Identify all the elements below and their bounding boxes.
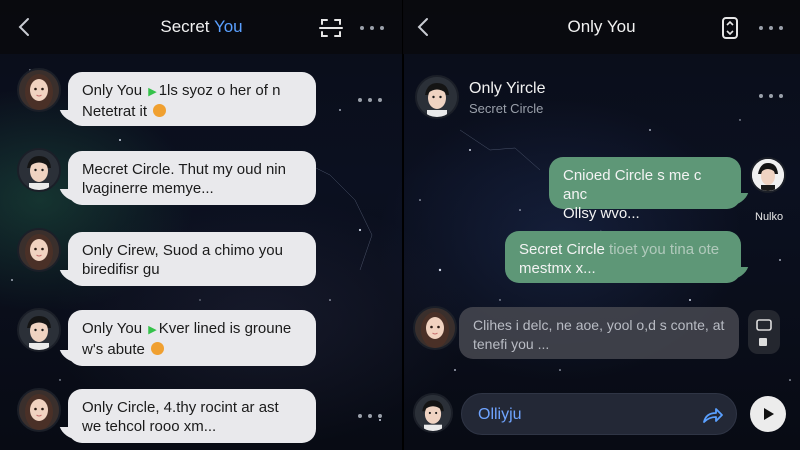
title-accent: You xyxy=(213,17,243,36)
boy-avatar-icon xyxy=(19,310,59,350)
boy-avatar-icon xyxy=(417,77,457,117)
message-input[interactable]: Olliyju xyxy=(461,393,737,435)
avatar[interactable] xyxy=(17,148,61,192)
message-text: Kver lined is groune xyxy=(158,320,292,337)
quick-action-button[interactable] xyxy=(748,310,780,354)
right-chat-panel: Only You Only Yircle Secret Circle Cnioe… xyxy=(403,0,800,450)
emoji-icon xyxy=(151,342,165,355)
message-bubble[interactable]: Only You ▶ 1ls syoz o her of n Netetrat i… xyxy=(68,72,316,126)
chat-edit-icon xyxy=(756,319,772,346)
left-top-bar: Secret You xyxy=(0,0,403,54)
message-text: Cnioed Circle s me c anc xyxy=(563,167,702,203)
girl-avatar-icon xyxy=(19,230,59,270)
message-bubble[interactable]: Only You ▶ Kver lined is groune w's abute xyxy=(68,310,316,366)
avatar[interactable] xyxy=(17,228,61,272)
more-options-button[interactable] xyxy=(360,22,384,34)
message-text: Netetrat it xyxy=(82,103,148,120)
scan-button[interactable] xyxy=(318,15,344,41)
play-icon: ▶ xyxy=(148,86,157,98)
more-options-button[interactable] xyxy=(759,22,783,34)
more-dots-icon xyxy=(360,26,364,30)
rotate-button[interactable] xyxy=(717,15,743,41)
girl-avatar-icon xyxy=(19,390,59,430)
contact-more-button[interactable] xyxy=(759,90,783,102)
boy-avatar-icon xyxy=(415,395,451,431)
boy-avatar-icon xyxy=(19,150,59,190)
contact-avatar[interactable] xyxy=(415,75,459,119)
play-icon xyxy=(764,408,774,420)
title-main: Secret xyxy=(160,17,214,36)
own-avatar[interactable] xyxy=(413,393,453,433)
girl-avatar-icon xyxy=(19,70,59,110)
message-bubble[interactable]: Mecret Circle. Thut my oud nin lvaginerr… xyxy=(68,151,316,205)
right-top-bar: Only You xyxy=(403,0,800,54)
input-value: Olliyju xyxy=(478,406,522,423)
message-text: Clihes i delc, ne aoe, yool o,d s conte,… xyxy=(473,317,725,333)
message-text: mestmx x... xyxy=(519,260,596,277)
message-sender: Only You xyxy=(82,320,143,337)
received-message-bubble[interactable]: Clihes i delc, ne aoe, yool o,d s conte,… xyxy=(459,307,739,359)
avatar[interactable] xyxy=(413,306,457,350)
sent-message-bubble[interactable]: Secret Circle tioet you tina ote mestmx … xyxy=(505,231,741,283)
message-text: w's abute xyxy=(82,341,145,358)
message-sender: Secret Circle xyxy=(519,241,605,258)
emoji-icon xyxy=(153,104,167,117)
avatar[interactable] xyxy=(17,68,61,112)
message-text: 1ls syoz o her of n xyxy=(158,82,281,99)
left-chat-panel: Secret You Only You ▶ 1ls syoz o her of n… xyxy=(0,0,403,450)
message-text: we tehcol rooo xm... xyxy=(82,418,217,435)
play-icon: ▶ xyxy=(148,324,157,336)
message-text: lvaginerre memye... xyxy=(82,180,214,197)
contact-subtitle: Secret Circle xyxy=(469,101,544,116)
message-text: Ollsy wvo... xyxy=(563,205,640,222)
sent-message-bubble[interactable]: Cnioed Circle s me c anc Ollsy wvo... xyxy=(549,157,741,222)
boy-avatar-icon xyxy=(752,159,784,191)
avatar[interactable] xyxy=(17,388,61,432)
message-text: biredifisr gu xyxy=(82,261,160,278)
rotate-phone-icon xyxy=(722,17,738,39)
message-text: Only Cirew, Suod a chimo you xyxy=(82,242,283,259)
girl-avatar-icon xyxy=(415,308,455,348)
message-bubble[interactable]: Only Cirew, Suod a chimo you biredifisr … xyxy=(68,232,316,286)
message-bubble[interactable]: Only Circle, 4.thy rocint ar ast we tehc… xyxy=(68,389,316,443)
share-arrow-icon xyxy=(703,408,723,423)
more-dots-icon xyxy=(759,26,763,30)
avatar[interactable] xyxy=(17,308,61,352)
play-button[interactable] xyxy=(750,396,786,432)
scan-frame-icon xyxy=(319,19,343,37)
send-button[interactable] xyxy=(700,403,724,427)
message-text: Mecret Circle. Thut my oud nin xyxy=(82,161,286,178)
message-more-button[interactable] xyxy=(358,94,382,106)
message-more-button[interactable] xyxy=(358,410,382,422)
message-text: tioet you tina ote xyxy=(609,241,720,258)
contact-name: Only Yircle xyxy=(469,80,546,97)
message-text: Only Circle, 4.thy rocint ar ast xyxy=(82,399,279,416)
side-label: Nulko xyxy=(755,211,784,223)
own-avatar[interactable] xyxy=(750,157,786,193)
message-sender: Only You xyxy=(82,82,143,99)
message-text: tenefi you ... xyxy=(473,336,550,352)
